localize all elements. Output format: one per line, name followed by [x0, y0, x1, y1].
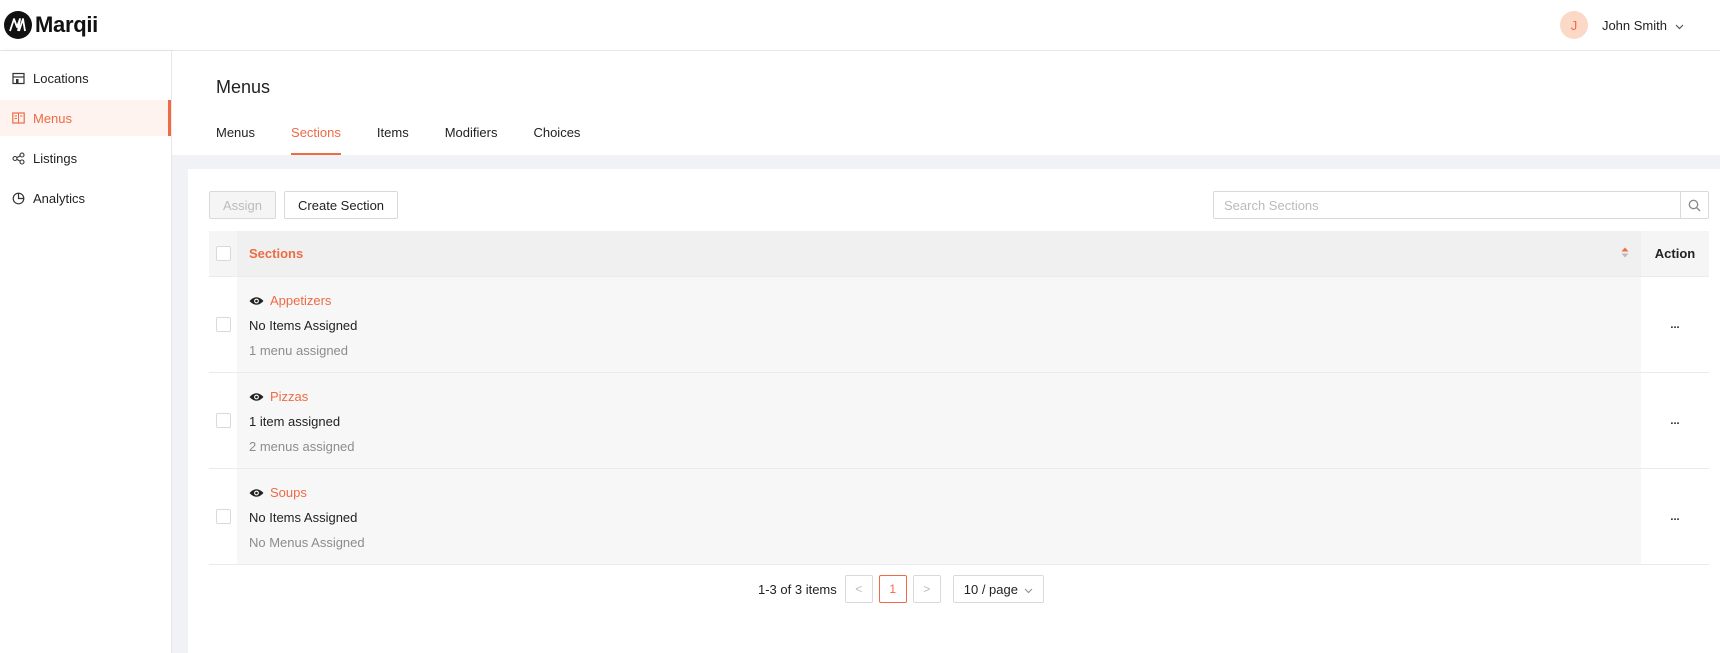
main-area: Menus Menus Sections Items Modifiers Cho…	[172, 51, 1720, 653]
page-size-select[interactable]: 10 / page	[952, 575, 1044, 603]
section-name-link[interactable]: Pizzas	[249, 389, 308, 404]
row-action-menu[interactable]: ...	[1641, 277, 1709, 372]
search-button[interactable]	[1680, 192, 1708, 218]
eye-icon[interactable]	[249, 488, 264, 498]
pagination: 1-3 of 3 items < 1 > 10 / page	[758, 575, 1044, 603]
user-menu[interactable]: J John Smith	[1559, 11, 1720, 39]
items-assigned: No Items Assigned	[249, 510, 358, 525]
brand-name: Marqii	[35, 12, 98, 37]
sidebar-item-listings[interactable]: Listings	[0, 140, 171, 176]
tab-menus[interactable]: Menus	[216, 125, 255, 155]
avatar[interactable]: J	[1559, 11, 1588, 39]
menus-assigned: 2 menus assigned	[249, 439, 355, 454]
sidebar-item-label: Analytics	[33, 190, 86, 206]
table-row: Appetizers No Items Assigned 1 menu assi…	[209, 277, 1709, 373]
table-row: Pizzas 1 item assigned 2 menus assigned …	[209, 373, 1709, 469]
page-header: Menus Menus Sections Items Modifiers Cho…	[172, 51, 1720, 155]
items-assigned: No Items Assigned	[249, 318, 358, 333]
sections-panel: Assign Create Section Sections Actio	[188, 169, 1720, 653]
row-check-cell	[209, 469, 237, 564]
section-cell: Pizzas 1 item assigned 2 menus assigned	[237, 373, 1641, 468]
row-check-cell	[209, 373, 237, 468]
tab-modifiers[interactable]: Modifiers	[445, 125, 498, 155]
chevron-down-icon[interactable]	[1675, 18, 1684, 33]
section-name[interactable]: Pizzas	[270, 389, 308, 404]
search-icon	[1688, 199, 1701, 211]
row-checkbox[interactable]	[215, 413, 231, 428]
pagination-total: 1-3 of 3 items	[758, 581, 837, 597]
user-name[interactable]: John Smith	[1602, 18, 1667, 33]
search-input[interactable]	[1214, 192, 1680, 218]
toolbar: Assign Create Section	[209, 191, 406, 219]
table-header: Sections Action	[209, 231, 1709, 277]
section-name-link[interactable]: Soups	[249, 485, 307, 500]
sidebar-item-label: Menus	[33, 110, 73, 126]
search-box	[1213, 191, 1709, 219]
section-cell: Soups No Items Assigned No Menus Assigne…	[237, 469, 1641, 564]
row-action-menu[interactable]: ...	[1641, 469, 1709, 564]
row-check-cell	[209, 277, 237, 372]
eye-icon[interactable]	[249, 392, 264, 402]
assign-button[interactable]: Assign	[209, 191, 277, 219]
page-1-button[interactable]: 1	[878, 575, 907, 603]
section-name[interactable]: Soups	[270, 485, 307, 500]
items-assigned: 1 item assigned	[249, 414, 341, 429]
sidebar-item-menus[interactable]: Menus	[0, 100, 171, 136]
menus-assigned: 1 menu assigned	[249, 343, 349, 358]
share-nodes-icon	[11, 151, 25, 165]
sidebar-item-label: Locations	[33, 70, 89, 86]
prev-page-button[interactable]: <	[844, 575, 873, 603]
sidebar-item-label: Listings	[33, 150, 78, 166]
row-action-menu[interactable]: ...	[1641, 373, 1709, 468]
menu-book-icon	[11, 111, 25, 125]
tab-items[interactable]: Items	[377, 125, 409, 155]
sections-column-header[interactable]: Sections	[237, 231, 1641, 276]
chevron-down-icon	[1024, 582, 1033, 597]
menus-assigned: No Menus Assigned	[249, 535, 365, 550]
select-all-checkbox[interactable]	[215, 246, 231, 261]
tab-sections[interactable]: Sections	[291, 125, 341, 155]
row-checkbox[interactable]	[215, 317, 231, 332]
brand-logo[interactable]: Marqii	[0, 11, 98, 39]
sections-column-label: Sections	[249, 246, 304, 261]
sidebar-item-analytics[interactable]: Analytics	[0, 180, 171, 216]
sections-table: Sections Action Appetizers No Items Assi…	[209, 231, 1709, 565]
sidebar-item-locations[interactable]: Locations	[0, 60, 171, 96]
select-all-cell	[209, 231, 237, 276]
next-page-button[interactable]: >	[912, 575, 941, 603]
tab-choices[interactable]: Choices	[533, 125, 580, 155]
marqii-logo-icon	[4, 11, 32, 39]
table-row: Soups No Items Assigned No Menus Assigne…	[209, 469, 1709, 565]
tab-bar: Menus Sections Items Modifiers Choices	[216, 125, 616, 155]
section-cell: Appetizers No Items Assigned 1 menu assi…	[237, 277, 1641, 372]
row-checkbox[interactable]	[215, 509, 231, 524]
section-name[interactable]: Appetizers	[270, 293, 331, 308]
page-title: Menus	[216, 77, 271, 97]
eye-icon[interactable]	[249, 296, 264, 306]
sort-icon[interactable]	[1621, 246, 1629, 261]
store-icon	[11, 71, 25, 85]
section-name-link[interactable]: Appetizers	[249, 293, 331, 308]
pie-chart-icon	[11, 191, 25, 205]
sidebar: Locations Menus Listings Analytics	[0, 51, 172, 653]
action-column-header: Action	[1654, 246, 1696, 261]
page-size-value: 10 / page	[963, 581, 1018, 597]
create-section-button[interactable]: Create Section	[284, 191, 399, 219]
top-header: Marqii J John Smith	[0, 0, 1720, 51]
